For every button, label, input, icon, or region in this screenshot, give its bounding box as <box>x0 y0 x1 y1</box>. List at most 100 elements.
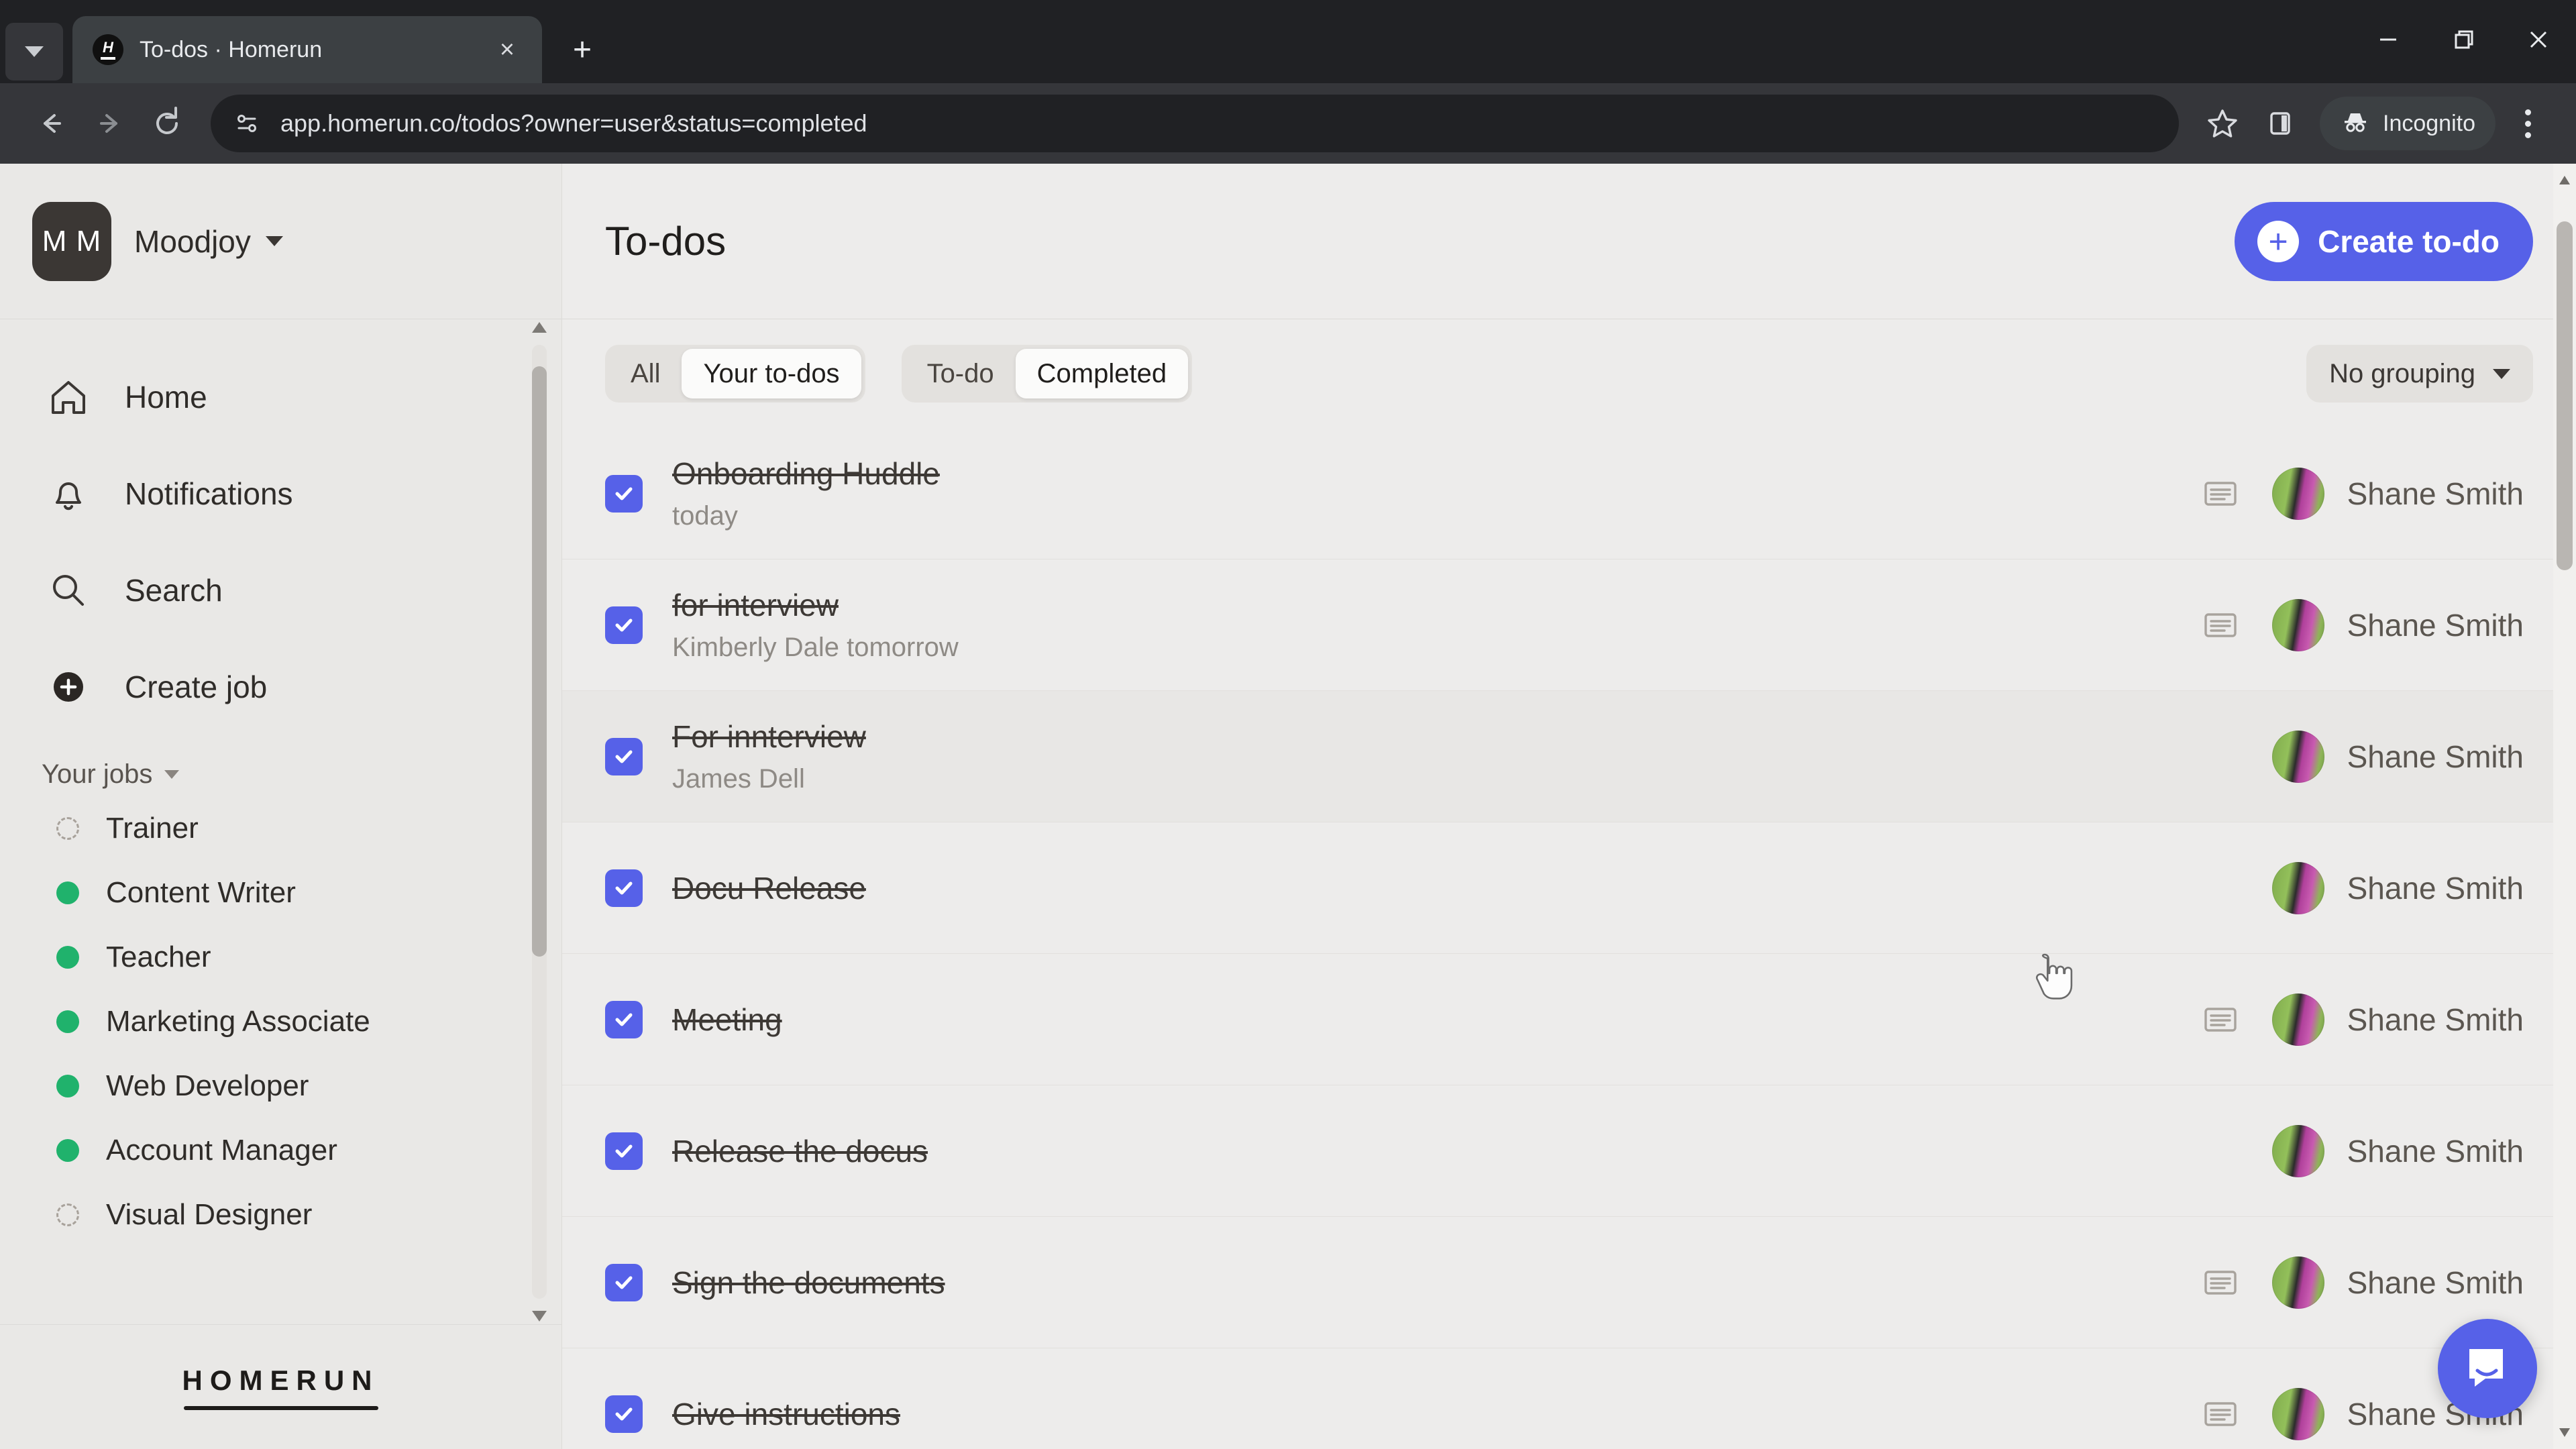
minimize-button[interactable] <box>2351 0 2426 79</box>
bell-icon <box>42 467 95 521</box>
table-row[interactable]: Release the docus Shane Smith <box>562 1085 2576 1217</box>
close-tab-button[interactable]: × <box>490 32 525 67</box>
filter-todo[interactable]: To-do <box>906 349 1016 398</box>
org-name: Moodjoy <box>134 223 251 259</box>
assignee[interactable]: Shane Smith <box>2271 993 2524 1046</box>
todo-checkbox[interactable] <box>605 1395 643 1433</box>
sidebar-job-marketing-associate[interactable]: Marketing Associate <box>0 989 561 1054</box>
table-row[interactable]: Docu Release Shane Smith <box>562 822 2576 954</box>
todo-checkbox[interactable] <box>605 869 643 907</box>
sidebar-item-notifications[interactable]: Notifications <box>0 445 561 542</box>
todo-checkbox[interactable] <box>605 1000 643 1038</box>
browser-tab[interactable]: H To-dos · Homerun × <box>72 16 542 83</box>
job-status-dot <box>56 1203 79 1226</box>
assignee[interactable]: Shane Smith <box>2271 467 2524 520</box>
grouping-dropdown[interactable]: No grouping <box>2306 345 2533 402</box>
maximize-button[interactable] <box>2426 0 2501 79</box>
sidebar-item-create-job[interactable]: Create job <box>0 639 561 735</box>
note-icon[interactable] <box>2200 999 2241 1040</box>
assignee[interactable]: Shane Smith <box>2271 730 2524 783</box>
sidebar-job-web-developer[interactable]: Web Developer <box>0 1054 561 1118</box>
create-todo-label: Create to-do <box>2318 223 2500 259</box>
todo-checkbox[interactable] <box>605 606 643 644</box>
tab-search-button[interactable] <box>5 23 63 80</box>
sidebar-job-account-manager[interactable]: Account Manager <box>0 1118 561 1183</box>
sidebar-job-trainer[interactable]: Trainer <box>0 796 561 861</box>
assignee-name: Shane Smith <box>2347 1133 2524 1169</box>
todo-checkbox[interactable] <box>605 1263 643 1301</box>
sidebar-scrollbar[interactable] <box>532 319 547 1324</box>
sidebar-item-home[interactable]: Home <box>0 349 561 445</box>
incognito-indicator[interactable]: Incognito <box>2320 97 2496 150</box>
close-window-button[interactable] <box>2501 0 2576 79</box>
assignee[interactable]: Shane Smith <box>2271 861 2524 914</box>
reload-button[interactable] <box>138 95 196 152</box>
sidebar-job-teacher[interactable]: Teacher <box>0 925 561 989</box>
table-row[interactable]: for interview Kimberly Dale tomorrow Sha… <box>562 559 2576 691</box>
note-icon[interactable] <box>2200 1262 2241 1303</box>
sidebar-job-content-writer[interactable]: Content Writer <box>0 861 561 925</box>
table-row[interactable]: Sign the documents Shane Smith <box>562 1217 2576 1348</box>
todo-row-right: Shane Smith <box>2200 861 2524 914</box>
app-sidebar: M M Moodjoy Home Notifications Search Cr… <box>0 164 562 1449</box>
address-bar[interactable]: app.homerun.co/todos?owner=user&status=c… <box>211 95 2179 152</box>
scroll-up-arrow-icon[interactable] <box>532 322 547 333</box>
table-row[interactable]: Onboarding Huddle today Shane Smith <box>562 428 2576 559</box>
todo-title: Docu Release <box>672 870 866 906</box>
avatar <box>2271 1256 2324 1309</box>
note-icon[interactable] <box>2200 473 2241 515</box>
url-text[interactable]: app.homerun.co/todos?owner=user&status=c… <box>280 109 2165 138</box>
scrollbar-thumb[interactable] <box>2557 221 2573 570</box>
incognito-label: Incognito <box>2383 110 2475 136</box>
avatar <box>2271 730 2324 783</box>
todo-content: Give instructions <box>672 1396 2200 1432</box>
todo-row-right: Shane Smith <box>2200 1256 2524 1309</box>
forward-button[interactable] <box>80 95 138 152</box>
sidebar-job-visual-designer[interactable]: Visual Designer <box>0 1183 561 1247</box>
note-icon[interactable] <box>2200 1393 2241 1435</box>
table-row[interactable]: Give instructions Shane Smith <box>562 1348 2576 1449</box>
org-switcher[interactable]: M M Moodjoy <box>0 164 561 319</box>
sidebar-item-search[interactable]: Search <box>0 542 561 639</box>
scroll-up-arrow-icon[interactable] <box>2559 176 2570 184</box>
sidebar-item-label: Home <box>125 380 207 415</box>
assignee[interactable]: Shane Smith <box>2271 598 2524 651</box>
table-row[interactable]: Meeting Shane Smith <box>562 954 2576 1085</box>
your-jobs-header[interactable]: Your jobs <box>0 759 561 790</box>
scroll-down-arrow-icon[interactable] <box>532 1311 547 1322</box>
new-tab-button[interactable]: + <box>555 23 609 76</box>
table-row[interactable]: For innterview James Dell Shane Smith <box>562 691 2576 822</box>
todo-checkbox[interactable] <box>605 1132 643 1170</box>
note-icon[interactable] <box>2200 604 2241 646</box>
page-scrollbar[interactable] <box>2553 164 2576 1449</box>
create-todo-button[interactable]: + Create to-do <box>2235 201 2533 281</box>
assignee[interactable]: Shane Smith <box>2271 1124 2524 1177</box>
back-button[interactable] <box>23 95 80 152</box>
scrollbar-thumb[interactable] <box>532 366 547 957</box>
assignee-name: Shane Smith <box>2347 870 2524 906</box>
todo-content: Sign the documents <box>672 1265 2200 1301</box>
filter-all[interactable]: All <box>609 349 682 398</box>
todo-checkbox[interactable] <box>605 737 643 775</box>
site-settings-icon[interactable] <box>228 105 266 142</box>
chevron-down-icon <box>25 46 44 57</box>
assignee-name: Shane Smith <box>2347 1002 2524 1037</box>
intercom-chat-icon <box>2469 1349 2503 1387</box>
side-panel-icon[interactable] <box>2251 95 2309 152</box>
filter-your-todos[interactable]: Your to-dos <box>682 349 861 398</box>
todo-title: Onboarding Huddle <box>672 456 940 491</box>
todo-title: Meeting <box>672 1002 782 1037</box>
todo-meta: Kimberly Dale tomorrow <box>672 633 2200 663</box>
scroll-down-arrow-icon[interactable] <box>2559 1428 2570 1437</box>
homerun-logo: HOMERUN <box>182 1364 380 1410</box>
assignee[interactable]: Shane Smith <box>2271 1256 2524 1309</box>
avatar <box>2271 861 2324 914</box>
browser-menu-button[interactable] <box>2502 95 2553 152</box>
intercom-chat-button[interactable] <box>2438 1319 2537 1418</box>
chevron-down-icon <box>265 236 283 246</box>
todo-checkbox[interactable] <box>605 474 643 513</box>
job-status-dot <box>56 817 79 840</box>
job-label: Account Manager <box>106 1134 337 1167</box>
filter-completed[interactable]: Completed <box>1015 349 1189 398</box>
bookmark-star-icon[interactable] <box>2194 95 2251 152</box>
